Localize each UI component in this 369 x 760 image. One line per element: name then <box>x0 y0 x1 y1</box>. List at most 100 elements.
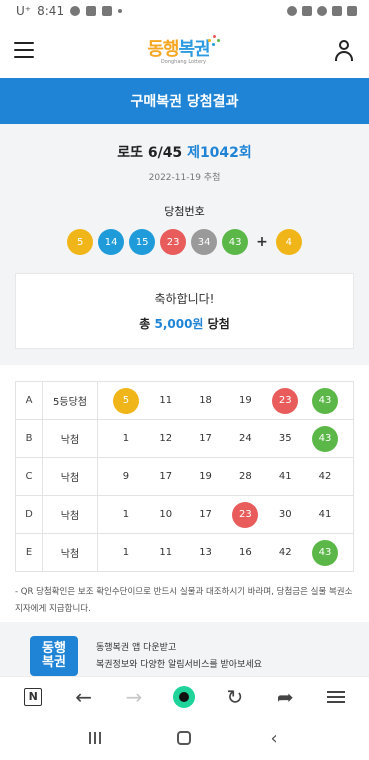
ticket-number: 1 <box>122 509 130 520</box>
ticket-status: 낙첨 <box>42 495 98 534</box>
system-home-button[interactable] <box>169 723 199 753</box>
promo-logo-line-2: 복권 <box>42 655 66 670</box>
ticket-number-matched: 5 <box>112 387 139 414</box>
system-navigation-bar: ‹ <box>0 716 369 760</box>
mute-icon <box>302 6 312 16</box>
ticket-number-matched: 43 <box>312 539 339 566</box>
signal-icon <box>332 6 342 16</box>
winning-ball: 23 <box>160 229 187 255</box>
ticket-slot: E <box>15 533 43 572</box>
promo-logo-line-1: 동행 <box>42 641 66 656</box>
draw-date: 2022-11-19 추첨 <box>148 173 221 183</box>
ticket-numbers: 1 10 17 23 30 41 <box>97 495 354 534</box>
ticket-numbers: 5 11 18 19 23 43 <box>97 381 354 420</box>
back-arrow-icon[interactable]: ← <box>68 681 100 713</box>
status-bar: U⁺ 8:41 <box>0 0 369 22</box>
winning-ball: 14 <box>98 229 125 255</box>
ticket-number: 10 <box>159 509 173 520</box>
promo-text: 동행복권 앱 다운받고 복권정보와 다양한 알림서비스를 받아보세요 <box>96 640 262 680</box>
donghang-logo[interactable]: 동행복권 Donghang Lottery <box>147 35 220 65</box>
forward-arrow-icon[interactable]: → <box>118 681 150 713</box>
ticket-numbers: 1 12 17 24 35 43 <box>97 419 354 458</box>
ticket-row: A 5등당첨 5 11 18 19 23 43 <box>15 381 354 420</box>
prize-amount: 5,000원 <box>154 317 204 331</box>
congrats-message: 축하합니다! <box>154 292 215 306</box>
logo-subtitle: Donghang Lottery <box>160 59 207 65</box>
bonus-ball: 4 <box>275 229 302 255</box>
carrier-label: U⁺ <box>16 4 32 18</box>
ticket-number: 28 <box>239 471 252 482</box>
ticket-number: 35 <box>278 433 292 444</box>
home-square-icon <box>177 731 192 745</box>
system-back-icon[interactable]: ‹ <box>259 723 289 753</box>
tabs-icon: N <box>24 687 43 706</box>
browser-menu-button[interactable] <box>320 681 352 713</box>
ticket-slot: C <box>15 457 43 496</box>
ticket-number: 1 <box>122 433 130 444</box>
draw-round: 제1042회 <box>187 145 252 161</box>
winning-ball: 34 <box>191 229 218 255</box>
user-icon[interactable] <box>333 39 355 61</box>
gallery-notification-icon <box>86 6 97 16</box>
ticket-slot: A <box>15 381 43 420</box>
game-name: 로또 6/45 <box>117 145 183 161</box>
ticket-number: 13 <box>199 547 212 558</box>
draw-title: 로또 6/45 제1042회 <box>15 142 354 162</box>
logo-burst-icon <box>207 35 220 47</box>
ticket-number: 18 <box>199 395 212 406</box>
winning-ball: 15 <box>129 229 156 255</box>
ticket-section: A 5등당첨 5 11 18 19 23 43 B 낙첨 1 12 17 24 35 43 C 낙첨 9 17 19 28… <box>0 365 369 572</box>
ticket-number: 41 <box>278 471 292 482</box>
ticket-number: 41 <box>318 509 332 520</box>
tabs-button[interactable]: N <box>17 681 49 713</box>
draw-result-section: 로또 6/45 제1042회 2022-11-19 추첨 당첨번호 5 14 15 2… <box>0 124 369 365</box>
page-title: 구매복권 당첨결과 <box>0 78 369 124</box>
ticket-row: C 낙첨 9 17 19 28 41 42 <box>15 457 354 496</box>
alarm-icon <box>287 6 297 16</box>
ticket-number-matched: 43 <box>312 425 339 452</box>
ticket-number: 42 <box>278 547 292 558</box>
reload-icon[interactable]: ↻ <box>219 681 251 713</box>
prize-line: 총 5,000원 당첨 <box>139 315 230 332</box>
recents-button[interactable] <box>80 723 110 753</box>
ticket-number: 19 <box>199 471 212 482</box>
home-icon <box>173 685 196 708</box>
ticket-number: 11 <box>159 395 173 406</box>
ticket-status: 5등당첨 <box>42 381 98 420</box>
menu-lines-icon <box>326 690 345 703</box>
ticket-row: D 낙첨 1 10 17 23 30 41 <box>15 495 354 534</box>
promo-line-2: 복권정보와 다양한 알림서비스를 받아보세요 <box>96 660 262 670</box>
ticket-status: 낙첨 <box>42 419 98 458</box>
winning-numbers: 5 14 15 23 34 43 +4 <box>15 229 354 255</box>
menu-icon[interactable] <box>14 42 34 58</box>
prize-suffix: 당첨 <box>207 317 230 331</box>
home-button[interactable] <box>168 681 200 713</box>
status-time: 8:41 <box>37 4 65 18</box>
logo-text-2: 복권 <box>178 39 211 60</box>
share-icon[interactable]: ➦ <box>269 681 301 713</box>
ticket-slot: B <box>15 419 43 458</box>
prize-box: 축하합니다! 총 5,000원 당첨 <box>15 273 354 349</box>
ticket-status: 낙첨 <box>42 533 98 572</box>
settings-notification-icon <box>70 6 81 16</box>
prize-prefix: 총 <box>139 317 151 331</box>
app-promo-banner[interactable]: 동행 복권 동행복권 앱 다운받고 복권정보와 다양한 알림서비스를 받아보세요 <box>0 622 369 680</box>
ticket-number: 17 <box>159 471 173 482</box>
ticket-table: A 5등당첨 5 11 18 19 23 43 B 낙첨 1 12 17 24 35 43 C 낙첨 9 17 19 28… <box>15 381 354 572</box>
ticket-number: 16 <box>239 547 252 558</box>
more-notifications-icon <box>118 9 123 13</box>
qr-notice: - QR 당첨확인은 보조 확인수단이므로 반드시 실물과 대조하시기 바라며,… <box>15 587 353 614</box>
ticket-number-matched: 43 <box>312 387 339 414</box>
ticket-number: 17 <box>199 509 212 520</box>
ticket-number: 19 <box>239 395 252 406</box>
ticket-slot: D <box>15 495 43 534</box>
ticket-numbers: 1 11 13 16 42 43 <box>97 533 354 572</box>
app-header: 동행복권 Donghang Lottery <box>0 22 369 78</box>
ticket-number: 9 <box>122 471 130 482</box>
ticket-row: E 낙첨 1 11 13 16 42 43 <box>15 533 354 572</box>
winning-ball: 5 <box>67 229 94 255</box>
recents-icon <box>88 732 101 744</box>
promo-line-1: 동행복권 앱 다운받고 <box>96 643 177 653</box>
ticket-number: 1 <box>122 547 130 558</box>
ticket-number: 11 <box>159 547 173 558</box>
